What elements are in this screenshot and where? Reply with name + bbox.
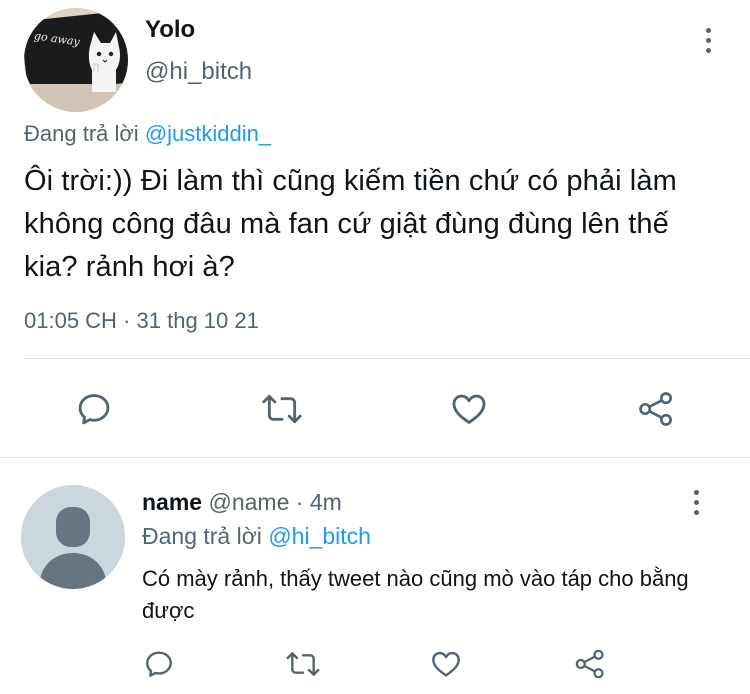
- tweet-thread: go away Yolo @hi_bitch Đang trả lời @jus…: [0, 0, 750, 694]
- reply-author-name[interactable]: name: [142, 489, 202, 515]
- more-dot-icon: [693, 489, 699, 495]
- retweet-icon: [262, 394, 302, 424]
- more-dot-icon: [705, 37, 711, 43]
- more-dot-icon: [693, 499, 699, 505]
- tweet-timestamp: 01:05 CH · 31 thg 10 21: [24, 308, 259, 334]
- section-divider: [0, 457, 750, 458]
- reply-retweet-button[interactable]: [284, 646, 322, 682]
- tweet-text: Ôi trời:)) Đi làm thì cũng kiếm tiền chứ…: [24, 165, 677, 283]
- author-name[interactable]: Yolo: [145, 16, 195, 44]
- retweet-icon: [286, 652, 320, 676]
- more-dot-icon: [693, 509, 699, 515]
- author-handle[interactable]: @hi_bitch: [145, 58, 252, 86]
- heart-icon: [452, 394, 486, 424]
- more-dot-icon: [705, 47, 711, 53]
- replying-to-mention[interactable]: @hi_bitch: [268, 523, 371, 549]
- like-button[interactable]: [448, 388, 490, 430]
- meta-separator: ·: [116, 308, 137, 333]
- share-icon: [575, 649, 604, 679]
- default-avatar-icon: [21, 485, 125, 589]
- reply-reply-button[interactable]: [141, 646, 177, 682]
- reply-author-handle[interactable]: @name: [208, 489, 289, 515]
- reply-header: name @name · 4m: [142, 489, 342, 516]
- reply-separator: ·: [289, 489, 310, 515]
- reply-share-button[interactable]: [572, 646, 608, 682]
- tweet-action-bar: [0, 380, 750, 436]
- more-options-button[interactable]: [696, 24, 720, 56]
- reply-action-bar: [0, 642, 750, 688]
- reply-replying-to: Đang trả lời @hi_bitch: [142, 523, 371, 550]
- reply-icon: [146, 651, 172, 677]
- avatar-image: go away: [24, 8, 128, 112]
- replying-to: Đang trả lời @justkiddin_: [24, 121, 271, 147]
- more-dot-icon: [705, 27, 711, 33]
- share-button[interactable]: [634, 388, 678, 430]
- heart-icon: [432, 651, 460, 677]
- replying-to-mention[interactable]: @justkiddin_: [145, 121, 271, 146]
- reply-time[interactable]: 4m: [310, 489, 342, 515]
- reply-more-options-button[interactable]: [684, 486, 708, 518]
- share-icon: [639, 392, 672, 426]
- tweet-date[interactable]: 31 thg 10 21: [137, 308, 259, 333]
- reply-like-button[interactable]: [428, 646, 464, 682]
- reply-text: Có mày rảnh, thấy tweet nào cũng mò vào …: [142, 566, 689, 623]
- replying-to-label: Đang trả lời: [24, 121, 145, 146]
- divider: [24, 358, 750, 359]
- replying-to-label: Đang trả lời: [142, 523, 269, 549]
- reply-icon: [78, 394, 110, 425]
- reply-button[interactable]: [73, 388, 115, 430]
- avatar[interactable]: go away: [24, 8, 128, 112]
- retweet-button[interactable]: [260, 388, 304, 430]
- reply-avatar[interactable]: [21, 485, 125, 589]
- tweet-time[interactable]: 01:05 CH: [24, 308, 117, 333]
